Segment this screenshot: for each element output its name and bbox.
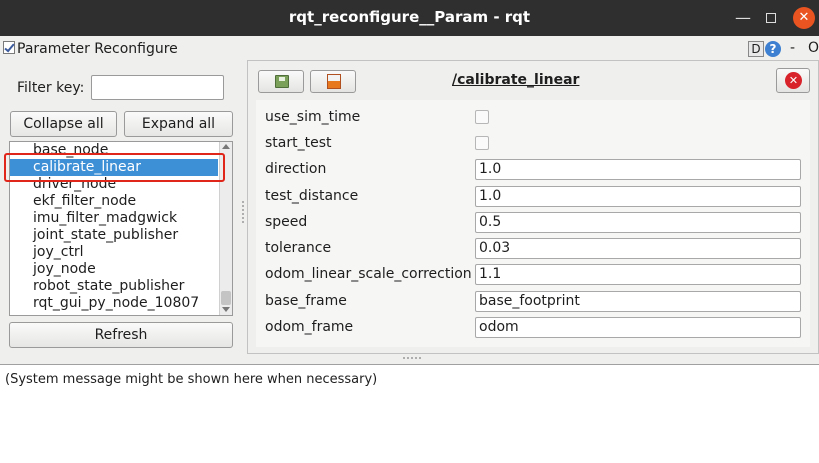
node-list-item[interactable]: joint_state_publisher <box>10 227 218 244</box>
filter-key-input[interactable] <box>91 75 224 100</box>
node-list-item[interactable]: robot_state_publisher <box>10 278 218 295</box>
param-input-tolerance[interactable]: 0.03 <box>475 238 801 259</box>
collapse-all-button[interactable]: Collapse all <box>10 111 117 137</box>
maximize-icon[interactable] <box>760 7 782 29</box>
scroll-down-icon[interactable] <box>222 307 230 312</box>
param-label-odom-linear-scale-correction: odom_linear_scale_correction <box>265 266 472 282</box>
param-checkbox-use-sim-time[interactable] <box>475 110 489 124</box>
dock-button[interactable]: D <box>748 41 764 57</box>
param-label-start-test: start_test <box>265 135 332 151</box>
node-list-item[interactable]: joy_node <box>10 261 218 278</box>
param-input-test-distance[interactable]: 1.0 <box>475 186 801 207</box>
save-icon <box>275 75 289 88</box>
param-label-use-sim-time: use_sim_time <box>265 109 361 125</box>
close-editor-button[interactable]: ✕ <box>776 68 810 93</box>
node-list-item[interactable]: joy_ctrl <box>10 244 218 261</box>
param-input-direction[interactable]: 1.0 <box>475 159 801 180</box>
refresh-button[interactable]: Refresh <box>9 322 233 348</box>
window-title: rqt_reconfigure__Param - rqt <box>288 8 531 26</box>
param-input-odom-frame[interactable]: odom <box>475 317 801 338</box>
load-params-button[interactable] <box>310 70 356 93</box>
save-params-button[interactable] <box>258 70 304 93</box>
system-message-text: (System message might be shown here when… <box>5 372 378 387</box>
param-label-odom-frame: odom_frame <box>265 319 354 335</box>
horizontal-splitter-handle[interactable] <box>402 356 422 360</box>
filter-key-label: Filter key: <box>17 80 85 96</box>
plugin-header: Parameter Reconfigure D ? - O <box>0 37 819 61</box>
param-label-direction: direction <box>265 161 327 177</box>
help-icon[interactable]: ? <box>765 41 781 57</box>
plugin-title: Parameter Reconfigure <box>17 41 178 57</box>
param-checkbox-start-test[interactable] <box>475 136 489 150</box>
window-titlebar: rqt_reconfigure__Param - rqt — ✕ <box>0 0 819 36</box>
scroll-thumb[interactable] <box>221 291 231 305</box>
scroll-up-icon[interactable] <box>222 144 230 149</box>
minimize-plugin-button[interactable]: - <box>790 40 795 56</box>
editor-node-title: /calibrate_linear <box>452 72 580 88</box>
param-label-speed: speed <box>265 214 308 230</box>
system-message-area: (System message might be shown here when… <box>0 364 819 463</box>
param-input-speed[interactable]: 0.5 <box>475 212 801 233</box>
param-input-odom-linear-scale-correction[interactable]: 1.1 <box>475 264 801 285</box>
param-label-test-distance: test_distance <box>265 188 359 204</box>
selection-highlight-box <box>4 153 225 182</box>
expand-all-button[interactable]: Expand all <box>124 111 233 137</box>
plugin-check-icon[interactable] <box>3 41 15 54</box>
close-icon[interactable]: ✕ <box>793 7 815 29</box>
close-circle-icon: ✕ <box>785 72 802 89</box>
param-label-tolerance: tolerance <box>265 240 332 256</box>
param-label-base-frame: base_frame <box>265 293 347 309</box>
node-list-item[interactable]: imu_filter_madgwick <box>10 210 218 227</box>
node-list-item[interactable]: ekf_filter_node <box>10 193 218 210</box>
minimize-icon[interactable]: — <box>732 7 754 29</box>
vertical-splitter-handle[interactable] <box>241 200 245 224</box>
param-input-base-frame[interactable]: base_footprint <box>475 291 801 312</box>
load-icon <box>327 74 341 89</box>
node-list-item[interactable]: rqt_gui_py_node_10807 <box>10 295 218 312</box>
options-plugin-button[interactable]: O <box>808 40 819 56</box>
